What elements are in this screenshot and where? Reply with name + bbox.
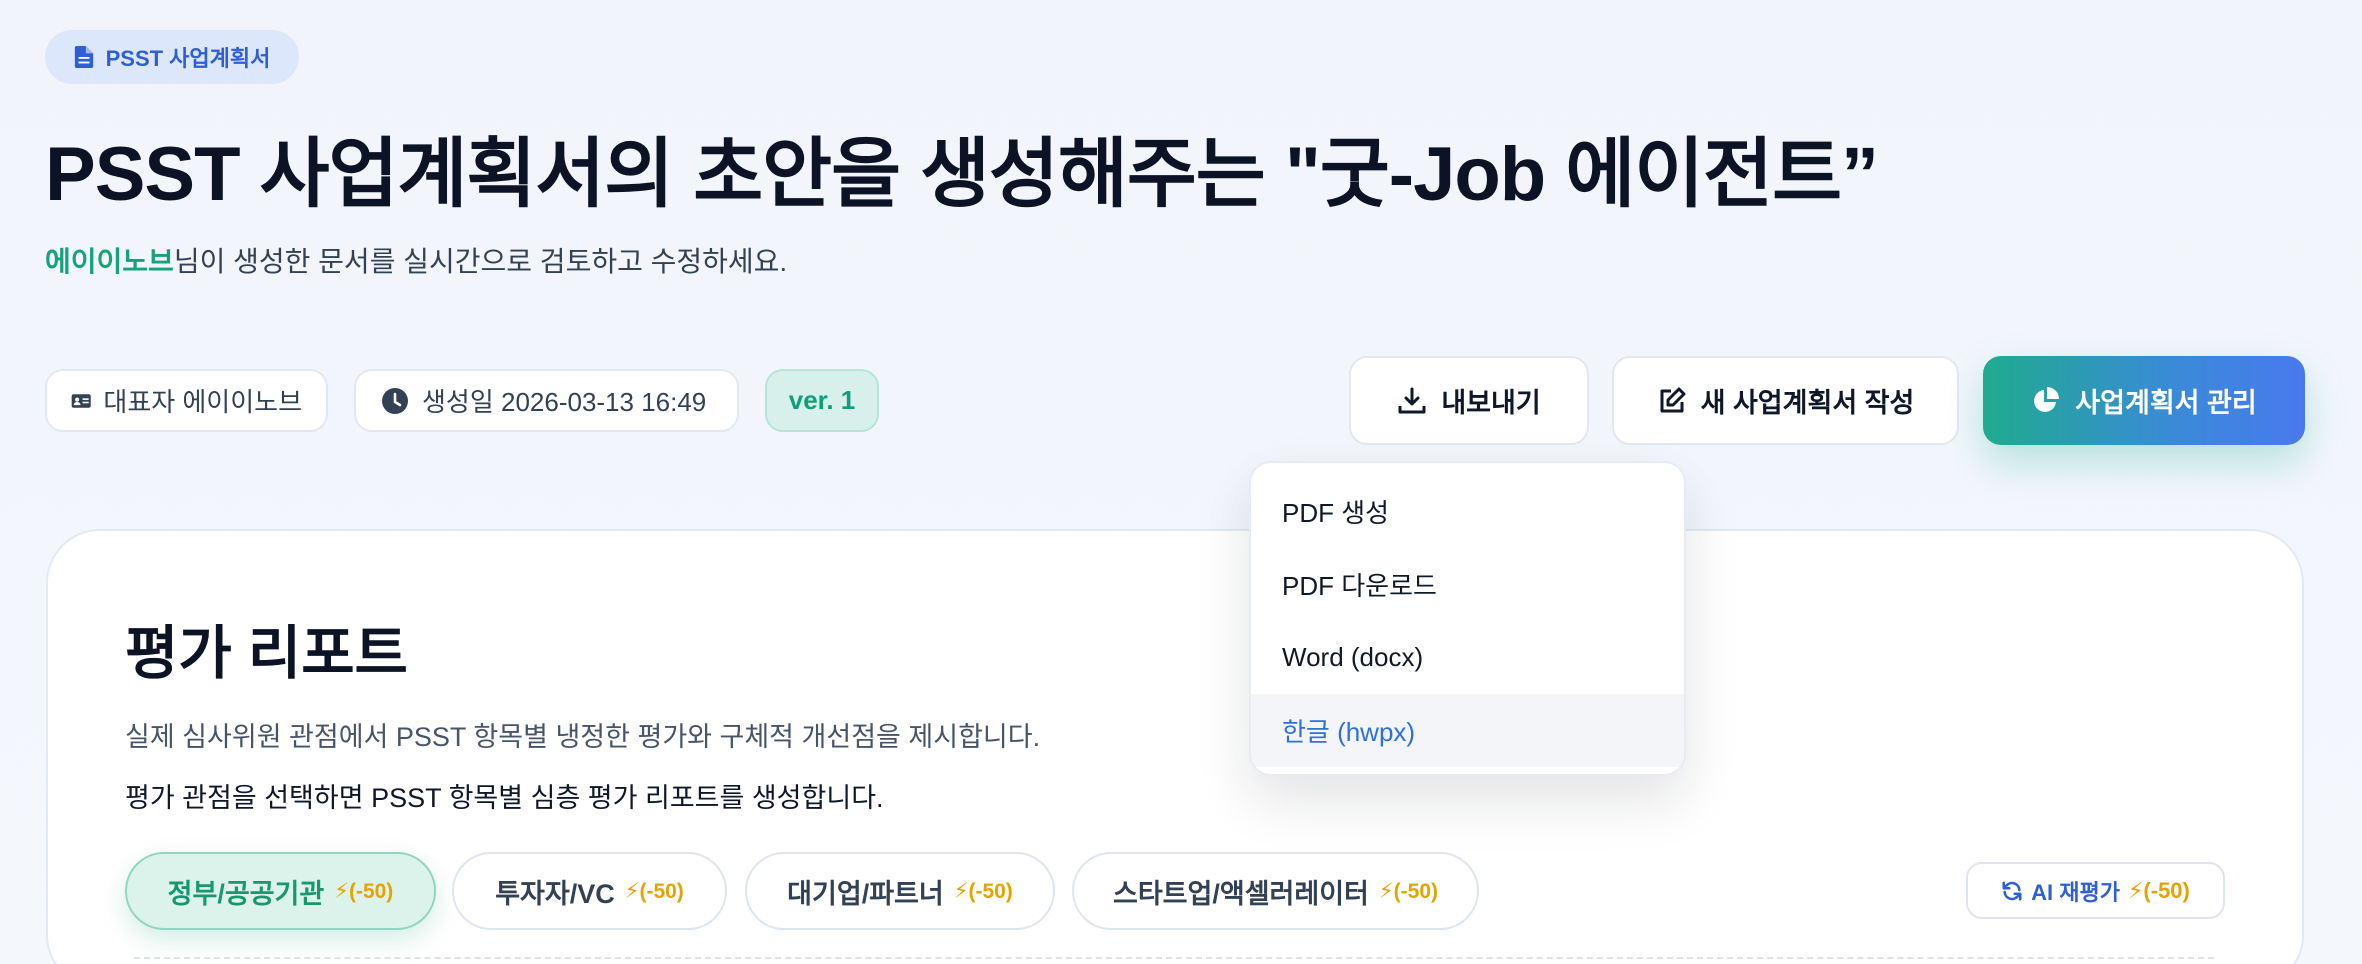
edit-icon [1660, 387, 1686, 412]
badge-label: PSST 사업계획서 [105, 46, 271, 71]
new-plan-button-label: 새 사업계획서 작성 [1700, 388, 1915, 418]
download-icon [1398, 387, 1426, 413]
perspective-tab-label: 스타트업/액셀러레이터 [1113, 878, 1369, 909]
version-badge: ver. 1 [765, 369, 879, 432]
perspective-tab-investor[interactable]: 투자자/VC ⚡(-50) [452, 852, 727, 930]
manage-plans-button[interactable]: 사업계획서 관리 [1983, 356, 2305, 445]
perspective-tab-label: 투자자/VC [495, 878, 615, 909]
credit-cost: ⚡(-50) [624, 879, 684, 903]
id-card-icon [71, 393, 91, 408]
export-option-hwpx[interactable]: 한글 (hwpx) [1251, 694, 1684, 767]
export-dropdown-menu: PDF 생성 PDF 다운로드 Word (docx) 한글 (hwpx) [1249, 461, 1686, 776]
ai-reevaluate-button[interactable]: AI 재평가 ⚡(-50) [1966, 862, 2225, 919]
report-instruction: 평가 관점을 선택하면 PSST 항목별 심층 평가 리포트를 생성합니다. [125, 783, 884, 813]
created-date-label: 생성일 2026-03-13 16:49 [422, 387, 707, 417]
document-icon [74, 46, 93, 68]
page-title: PSST 사업계획서의 초안을 생성해주는 "굿-Job 에이전트” [45, 132, 1879, 217]
credit-cost: ⚡(-50) [334, 879, 394, 903]
subtitle-user-name: 에이이노브 [45, 246, 174, 277]
owner-label: 대표자 에이이노브 [103, 387, 302, 417]
pie-chart-icon [2034, 386, 2060, 412]
export-option-pdf-download[interactable]: PDF 다운로드 [1251, 548, 1684, 621]
report-description: 실제 심사위원 관점에서 PSST 항목별 냉정한 평가와 구체적 개선점을 제… [125, 722, 1041, 752]
export-button[interactable]: 내보내기 [1349, 356, 1589, 445]
credit-cost: ⚡(-50) [953, 879, 1013, 903]
credit-cost: ⚡(-50) [1378, 879, 1438, 903]
perspective-tab-corporate[interactable]: 대기업/파트너 ⚡(-50) [745, 852, 1055, 930]
clock-icon [382, 387, 408, 414]
perspective-tab-startup[interactable]: 스타트업/액셀러레이터 ⚡(-50) [1072, 852, 1479, 930]
created-date-chip: 생성일 2026-03-13 16:49 [354, 369, 739, 432]
refresh-icon [2002, 880, 2022, 901]
export-button-label: 내보내기 [1441, 388, 1541, 418]
report-title: 평가 리포트 [125, 621, 408, 686]
new-plan-button[interactable]: 새 사업계획서 작성 [1612, 356, 1959, 445]
perspective-tab-label: 대기업/파트너 [787, 878, 944, 909]
credit-cost: ⚡(-50) [2127, 877, 2190, 903]
export-option-word[interactable]: Word (docx) [1251, 621, 1684, 694]
perspective-tab-government[interactable]: 정부/공공기관 ⚡(-50) [125, 852, 436, 930]
perspective-tab-label: 정부/공공기관 [167, 878, 325, 909]
subtitle-text: 님이 생성한 문서를 실시간으로 검토하고 수정하세요. [173, 246, 788, 277]
owner-chip: 대표자 에이이노브 [45, 369, 328, 432]
report-content-divider [134, 957, 2214, 959]
ai-reevaluate-label: AI 재평가 [2031, 879, 2120, 905]
document-type-badge: PSST 사업계획서 [45, 30, 299, 84]
manage-plans-button-label: 사업계획서 관리 [2075, 388, 2257, 418]
page-subtitle: 에이이노브님이 생성한 문서를 실시간으로 검토하고 수정하세요. [45, 240, 787, 280]
export-option-pdf-generate[interactable]: PDF 생성 [1251, 475, 1684, 548]
